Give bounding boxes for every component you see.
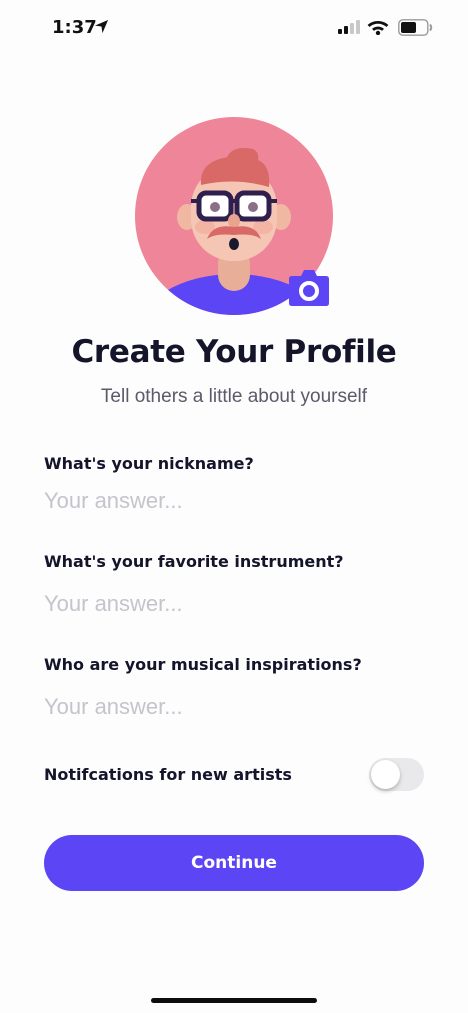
status-time: 1:37 — [52, 17, 97, 38]
nickname-input[interactable] — [44, 484, 424, 518]
status-bar: 1:37 — [0, 0, 468, 58]
instrument-label: What's your favorite instrument? — [44, 552, 344, 571]
notifications-toggle-label: Notifcations for new artists — [44, 765, 292, 784]
page-title: Create Your Profile — [71, 334, 397, 370]
camera-icon[interactable] — [288, 268, 330, 306]
notifications-toggle[interactable] — [369, 758, 424, 791]
cellular-signal-icon — [338, 20, 360, 34]
instrument-input[interactable] — [44, 587, 424, 621]
nickname-label: What's your nickname? — [44, 454, 254, 473]
continue-button[interactable]: Continue — [44, 835, 424, 891]
location-arrow-icon — [94, 19, 109, 34]
wifi-icon — [367, 21, 389, 35]
inspirations-label: Who are your musical inspirations? — [44, 655, 362, 674]
battery-icon — [398, 19, 433, 36]
toggle-knob — [371, 760, 400, 789]
page-subtitle: Tell others a little about yourself — [100, 386, 368, 407]
home-indicator — [151, 998, 317, 1003]
inspirations-input[interactable] — [44, 690, 424, 724]
